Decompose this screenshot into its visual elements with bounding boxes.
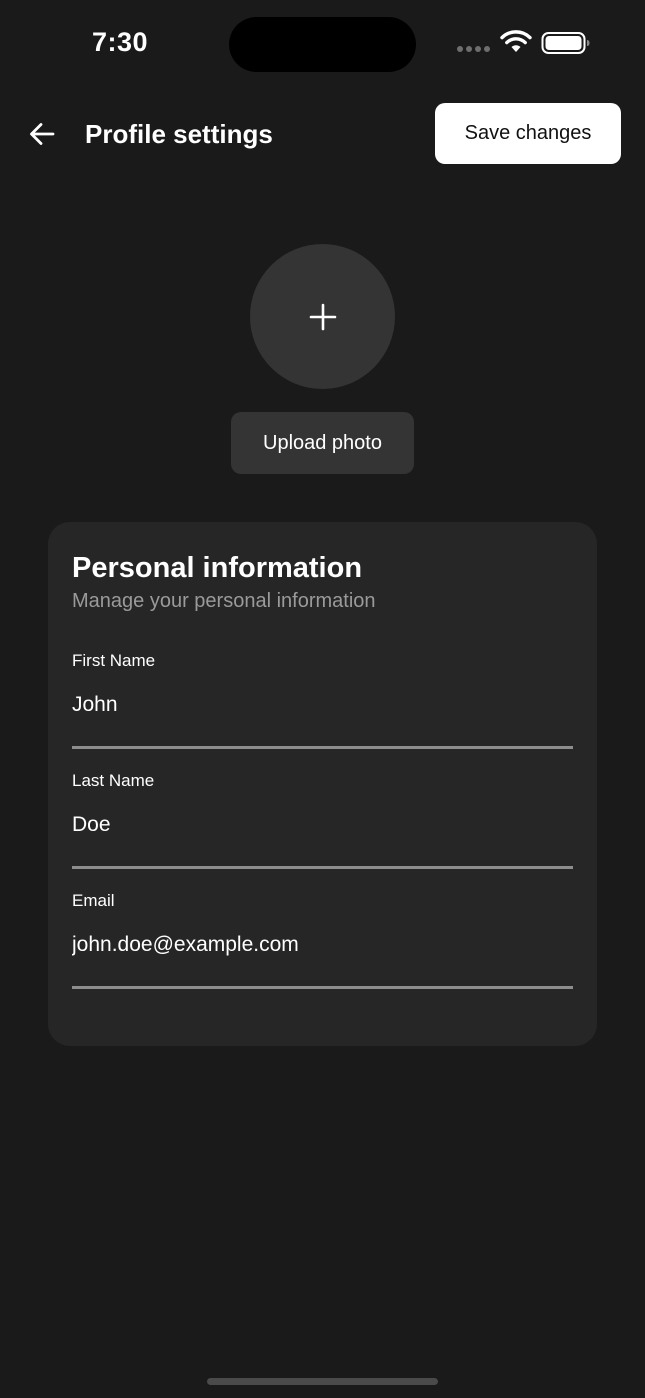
last-name-underline bbox=[72, 866, 573, 869]
cellular-signal-icon bbox=[457, 46, 491, 54]
email-label: Email bbox=[72, 891, 115, 910]
last-name-field: Last Name bbox=[72, 770, 573, 870]
plus-icon bbox=[309, 303, 336, 330]
last-name-input[interactable] bbox=[72, 808, 573, 842]
card-subtitle: Manage your personal information bbox=[72, 590, 376, 612]
dynamic-island bbox=[229, 17, 416, 72]
page-title: Profile settings bbox=[85, 119, 273, 149]
upload-photo-button[interactable]: Upload photo bbox=[231, 412, 414, 474]
first-name-field: First Name bbox=[72, 650, 573, 750]
back-button[interactable] bbox=[24, 116, 60, 152]
first-name-label: First Name bbox=[72, 651, 156, 670]
email-field: Email bbox=[72, 890, 573, 990]
first-name-input[interactable] bbox=[72, 688, 573, 722]
arrow-left-icon bbox=[30, 123, 55, 145]
avatar-placeholder[interactable] bbox=[250, 244, 395, 389]
save-changes-button[interactable]: Save changes bbox=[435, 103, 621, 164]
wifi-icon bbox=[500, 30, 532, 52]
status-bar: 7:30 bbox=[0, 0, 645, 90]
status-time: 7:30 bbox=[92, 27, 149, 57]
home-indicator[interactable] bbox=[207, 1378, 438, 1385]
last-name-label: Last Name bbox=[72, 771, 155, 790]
email-underline bbox=[72, 986, 573, 989]
first-name-underline bbox=[72, 746, 573, 749]
email-input[interactable] bbox=[72, 928, 573, 962]
card-title: Personal information bbox=[72, 552, 363, 584]
battery-icon bbox=[541, 32, 590, 54]
personal-information-card: Personal information Manage your persona… bbox=[48, 522, 597, 1046]
